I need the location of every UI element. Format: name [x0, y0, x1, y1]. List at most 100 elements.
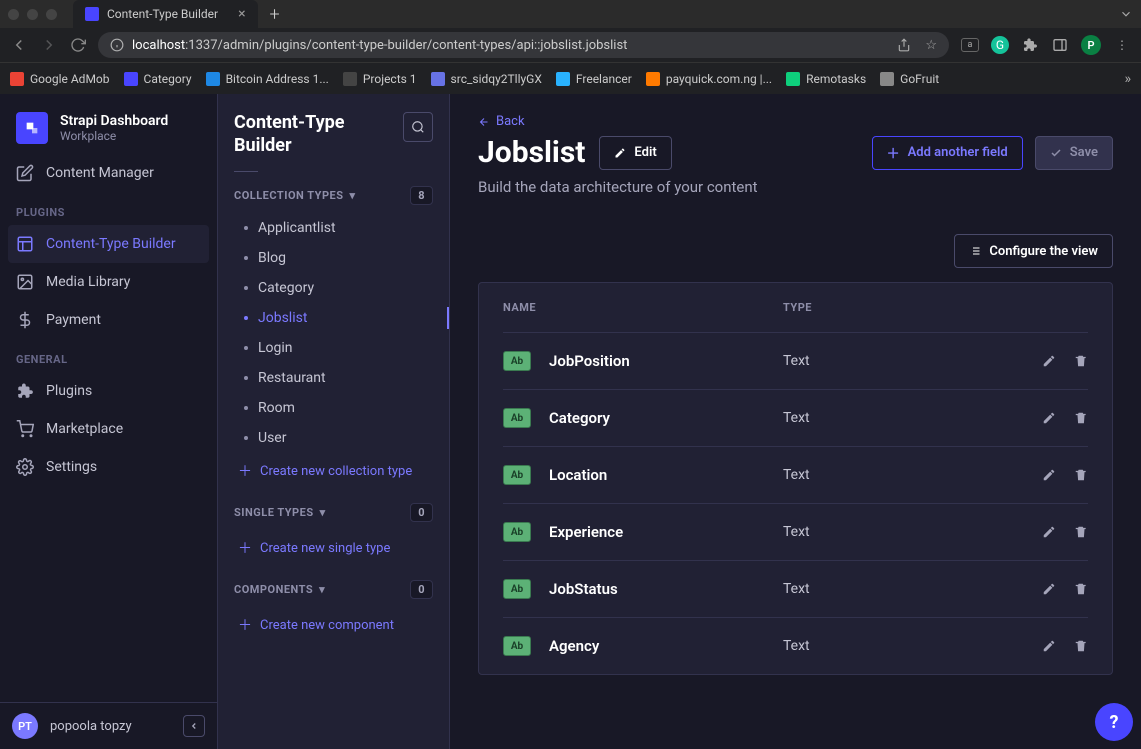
bookmark-item[interactable]: Category [124, 72, 192, 86]
nav-content-type-builder[interactable]: Content-Type Builder [8, 225, 209, 263]
create-component-button[interactable]: ＋ Create new component [234, 607, 433, 643]
bookmark-item[interactable]: Google AdMob [10, 72, 110, 86]
nav-media-library[interactable]: Media Library [0, 263, 217, 301]
collection-type-item[interactable]: Room [234, 393, 433, 423]
edit-field-button[interactable] [1042, 639, 1056, 653]
collection-type-item[interactable]: Jobslist [234, 303, 433, 333]
bookmark-item[interactable]: GoFruit [880, 72, 939, 86]
nav-section-general: GENERAL [0, 339, 217, 372]
nav-plugins[interactable]: Plugins [0, 372, 217, 410]
edit-button[interactable]: Edit [599, 136, 671, 170]
bullet-icon [244, 226, 248, 230]
create-single-type-button[interactable]: ＋ Create new single type [234, 530, 433, 566]
create-collection-type-button[interactable]: ＋ Create new collection type [234, 453, 433, 489]
reload-icon[interactable] [70, 37, 86, 53]
extension-icon[interactable]: a [961, 38, 979, 52]
bookmark-item[interactable]: Bitcoin Address 1... [206, 72, 329, 86]
window-close-icon[interactable] [8, 9, 19, 20]
edit-field-button[interactable] [1042, 525, 1056, 539]
grammarly-icon[interactable]: G [991, 36, 1009, 54]
site-info-icon[interactable] [110, 38, 124, 52]
tab-title: Content-Type Builder [107, 7, 218, 21]
share-icon[interactable] [897, 38, 911, 53]
window-min-icon[interactable] [27, 9, 38, 20]
delete-field-button[interactable] [1074, 582, 1088, 596]
puzzle-icon [16, 382, 34, 400]
close-icon[interactable]: × [238, 6, 245, 22]
bookmark-item[interactable]: payquick.com.ng |... [646, 72, 772, 86]
delete-field-button[interactable] [1074, 468, 1088, 482]
text-field-icon: Ab [503, 465, 531, 485]
group-single-types[interactable]: SINGLE TYPES ▾ 0 [234, 503, 433, 522]
nav-settings[interactable]: Settings [0, 448, 217, 486]
back-icon[interactable] [10, 36, 28, 54]
delete-field-button[interactable] [1074, 411, 1088, 425]
nav-label: Marketplace [46, 421, 123, 437]
group-collection-types[interactable]: COLLECTION TYPES ▾ 8 [234, 186, 433, 205]
help-button[interactable]: ? [1095, 703, 1133, 741]
bookmark-label: Projects 1 [363, 72, 417, 86]
save-button[interactable]: Save [1035, 136, 1113, 170]
bookmarks-overflow-icon[interactable]: » [1124, 71, 1131, 87]
field-type: Text [783, 467, 1018, 483]
collection-type-item[interactable]: User [234, 423, 433, 453]
browser-tab[interactable]: Content-Type Builder × [73, 0, 258, 28]
side-panel-icon[interactable] [1051, 36, 1069, 54]
group-count: 8 [410, 186, 433, 205]
content-types-panel: Content-Type Builder COLLECTION TYPES ▾ … [218, 94, 450, 749]
kebab-menu-icon[interactable]: ⋮ [1113, 36, 1131, 54]
add-field-button[interactable]: ＋ Add another field [872, 136, 1023, 170]
delete-field-button[interactable] [1074, 639, 1088, 653]
chevron-down-icon[interactable] [1119, 7, 1133, 21]
window-controls [8, 9, 57, 20]
edit-field-button[interactable] [1042, 354, 1056, 368]
bookmark-item[interactable]: Remotasks [786, 72, 866, 86]
configure-view-button[interactable]: Configure the view [954, 234, 1113, 268]
edit-field-button[interactable] [1042, 411, 1056, 425]
bullet-icon [244, 286, 248, 290]
user-avatar[interactable]: PT [12, 713, 38, 739]
search-button[interactable] [403, 112, 433, 142]
bookmark-star-icon[interactable]: ☆ [925, 38, 937, 53]
window-max-icon[interactable] [46, 9, 57, 20]
delete-field-button[interactable] [1074, 525, 1088, 539]
edit-field-button[interactable] [1042, 468, 1056, 482]
arrow-left-icon [478, 116, 490, 128]
back-link[interactable]: Back [478, 114, 1113, 129]
forward-icon[interactable] [40, 36, 58, 54]
address-bar[interactable]: localhost:1337/admin/plugins/content-typ… [98, 32, 949, 58]
delete-field-button[interactable] [1074, 354, 1088, 368]
bookmark-item[interactable]: Projects 1 [343, 72, 417, 86]
bookmark-item[interactable]: Freelancer [556, 72, 632, 86]
nav-marketplace[interactable]: Marketplace [0, 410, 217, 448]
bullet-icon [244, 346, 248, 350]
bookmark-favicon-icon [646, 72, 660, 86]
profile-avatar[interactable]: P [1081, 35, 1101, 55]
group-label: COLLECTION TYPES [234, 189, 344, 202]
collection-type-item[interactable]: Applicantlist [234, 213, 433, 243]
toolbar-actions: a G P ⋮ [961, 35, 1131, 55]
nav-payment[interactable]: Payment [0, 301, 217, 339]
bookmark-label: Google AdMob [30, 72, 110, 86]
collection-type-item[interactable]: Category [234, 273, 433, 303]
image-icon [16, 273, 34, 291]
table-row: Ab Agency Text [503, 617, 1088, 674]
field-type: Text [783, 353, 1018, 369]
collapse-sidebar-button[interactable] [183, 715, 205, 737]
field-name: Location [549, 466, 607, 484]
bullet-icon [244, 376, 248, 380]
collection-type-item[interactable]: Login [234, 333, 433, 363]
list-icon [969, 245, 981, 257]
text-field-icon: Ab [503, 579, 531, 599]
bookmark-item[interactable]: src_sidqy2TllyGX [431, 72, 542, 86]
table-row: Ab JobStatus Text [503, 560, 1088, 617]
bookmark-favicon-icon [786, 72, 800, 86]
field-name: Experience [549, 523, 623, 541]
new-tab-button[interactable]: + [270, 4, 280, 25]
extensions-icon[interactable] [1021, 36, 1039, 54]
collection-type-item[interactable]: Restaurant [234, 363, 433, 393]
nav-content-manager[interactable]: Content Manager [0, 154, 217, 192]
collection-type-item[interactable]: Blog [234, 243, 433, 273]
group-components[interactable]: COMPONENTS ▾ 0 [234, 580, 433, 599]
edit-field-button[interactable] [1042, 582, 1056, 596]
